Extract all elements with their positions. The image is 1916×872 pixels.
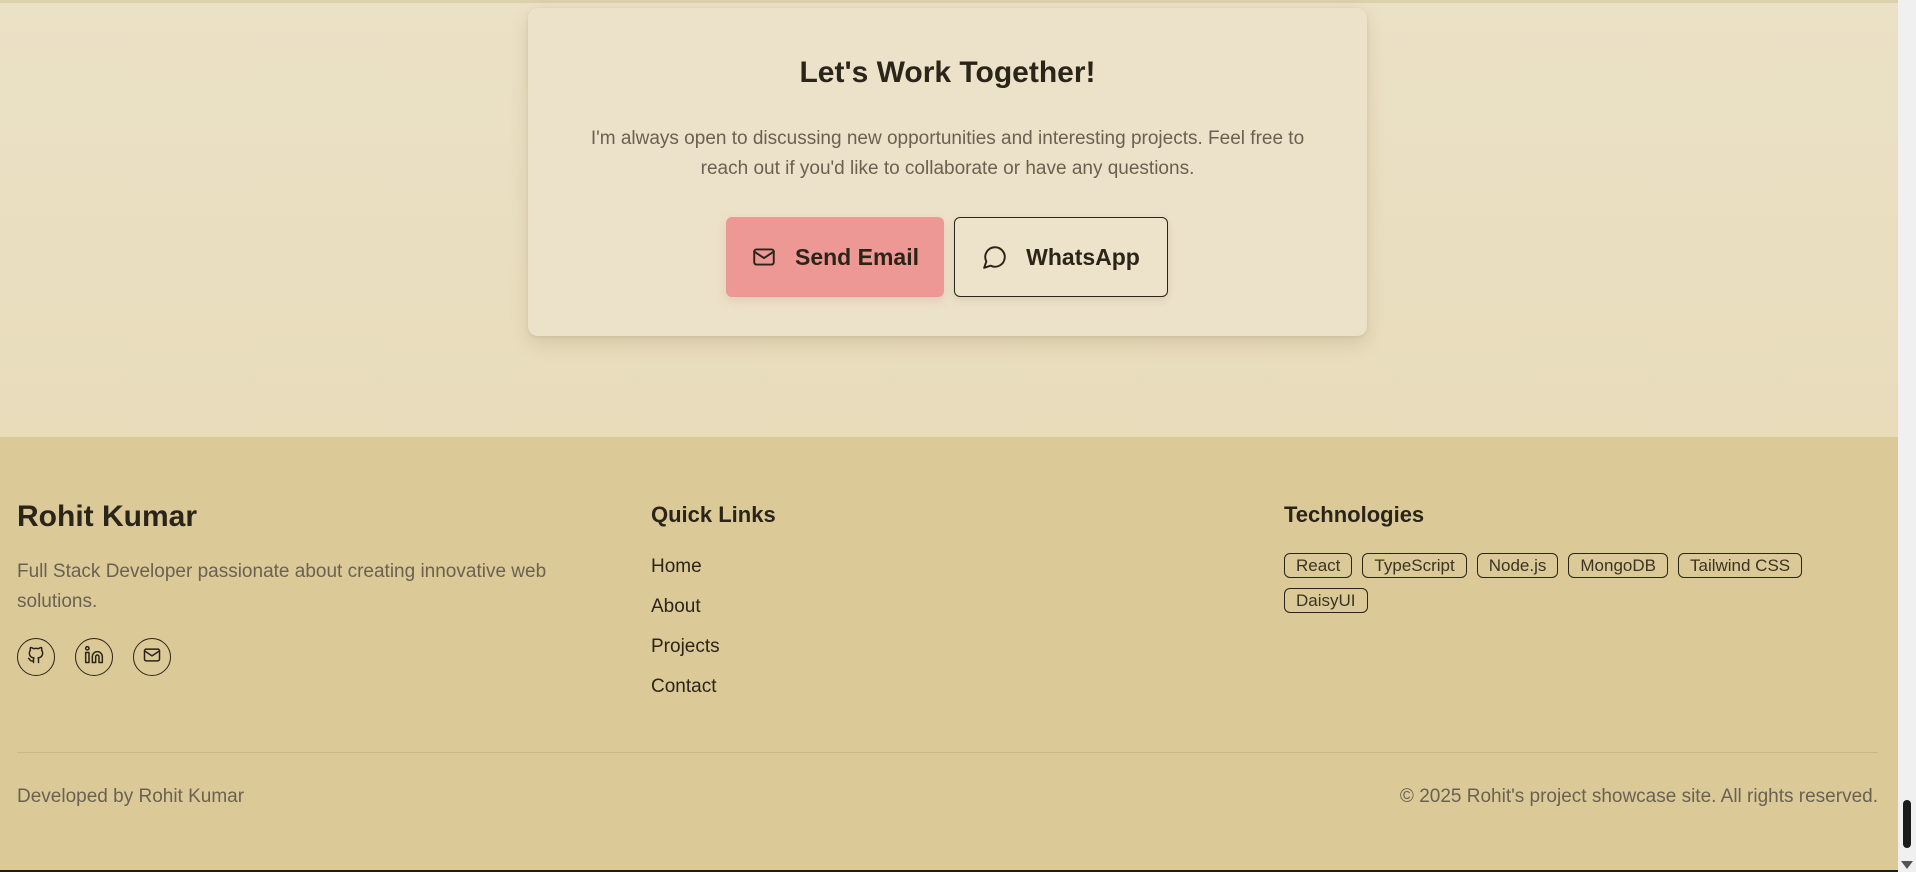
send-email-label: Send Email <box>795 243 919 270</box>
footer-brand-name: Rohit Kumar <box>17 500 197 533</box>
developer-credit: Developed by Rohit Kumar <box>17 786 245 807</box>
quick-link-contact[interactable]: Contact <box>651 675 720 699</box>
social-links <box>17 638 171 676</box>
contact-section: Let's Work Together! I'm always open to … <box>0 0 1898 437</box>
mail-icon <box>142 645 162 670</box>
technology-tags: React TypeScript Node.js MongoDB Tailwin… <box>1284 553 1844 613</box>
footer-brand-description: Full Stack Developer passionate about cr… <box>17 561 547 612</box>
chat-bubble-icon <box>982 244 1008 270</box>
quick-link-about[interactable]: About <box>651 595 720 619</box>
linkedin-icon <box>84 645 104 670</box>
cta-description: I'm always open to discussing new opport… <box>590 128 1305 179</box>
quick-links-list: Home About Projects Contact <box>651 555 720 699</box>
whatsapp-label: WhatsApp <box>1026 243 1140 270</box>
cta-card: Let's Work Together! I'm always open to … <box>528 8 1367 336</box>
vertical-scrollbar[interactable] <box>1898 0 1916 872</box>
tech-tag-mongodb: MongoDB <box>1568 553 1668 578</box>
section-top-border <box>0 0 1898 3</box>
email-link[interactable] <box>133 638 171 676</box>
tech-tag-daisyui: DaisyUI <box>1284 588 1368 613</box>
github-link[interactable] <box>17 638 55 676</box>
linkedin-link[interactable] <box>75 638 113 676</box>
mail-icon <box>751 244 777 270</box>
tech-tag-nodejs: Node.js <box>1476 553 1559 578</box>
tech-tag-react: React <box>1284 553 1353 578</box>
send-email-button[interactable]: Send Email <box>726 217 944 297</box>
tech-tag-tailwind: Tailwind CSS <box>1677 553 1803 578</box>
scroll-down-arrow-icon[interactable] <box>1901 861 1913 869</box>
tech-tag-typescript: TypeScript <box>1362 553 1467 578</box>
quick-link-projects[interactable]: Projects <box>651 635 720 659</box>
technologies-heading: Technologies <box>1284 502 1425 527</box>
cta-title: Let's Work Together! <box>799 56 1096 89</box>
github-icon <box>26 645 46 670</box>
footer-divider <box>17 752 1878 753</box>
scrollbar-thumb[interactable] <box>1903 800 1911 848</box>
quick-links-heading: Quick Links <box>651 502 776 527</box>
copyright-notice: © 2025 Rohit's project showcase site. Al… <box>1399 786 1878 807</box>
whatsapp-button[interactable]: WhatsApp <box>954 217 1168 297</box>
site-footer: Rohit Kumar Full Stack Developer passion… <box>0 437 1898 872</box>
quick-link-home[interactable]: Home <box>651 555 720 579</box>
